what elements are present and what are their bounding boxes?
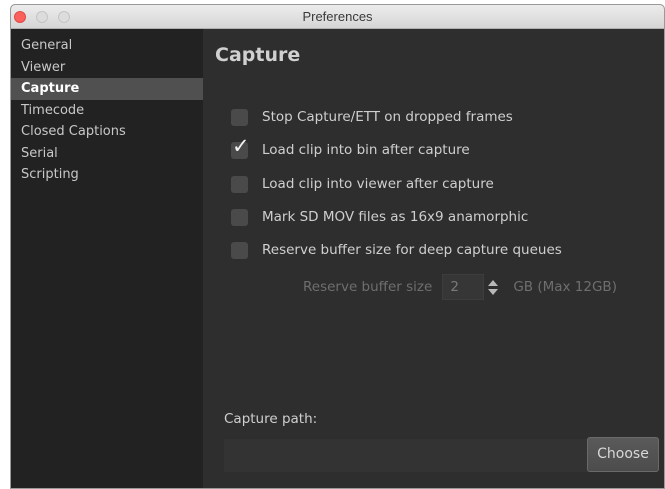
load-into-viewer-checkbox[interactable] — [231, 175, 248, 193]
checkmark-icon: ✓ — [232, 133, 250, 158]
option-reserve-buffer[interactable]: Reserve buffer size for deep capture que… — [231, 241, 562, 259]
window-title: Preferences — [302, 9, 373, 24]
capture-settings-panel: Capture Stop Capture/ETT on dropped fram… — [203, 29, 664, 488]
option-load-into-viewer[interactable]: Load clip into viewer after capture — [231, 175, 494, 193]
stop-capture-checkbox[interactable] — [231, 108, 248, 126]
option-stop-capture[interactable]: Stop Capture/ETT on dropped frames — [231, 108, 513, 126]
title-bar: Preferences — [11, 5, 664, 29]
reserve-buffer-size-input[interactable]: 2 — [442, 274, 485, 300]
option-label: Load clip into bin after capture — [262, 142, 470, 158]
choose-button[interactable]: Choose — [587, 437, 659, 472]
capture-path-input[interactable] — [224, 439, 589, 472]
preferences-window: Preferences General Viewer Capture Timec… — [10, 4, 665, 489]
sidebar-item-viewer[interactable]: Viewer — [11, 57, 203, 79]
reserve-buffer-size-row: Reserve buffer size 2 GB (Max 12GB) — [303, 273, 617, 301]
option-label: Reserve buffer size for deep capture que… — [262, 242, 562, 258]
sidebar-item-serial[interactable]: Serial — [11, 143, 203, 165]
sidebar-item-timecode[interactable]: Timecode — [11, 100, 203, 122]
buffer-size-unit-label: GB (Max 12GB) — [513, 279, 617, 295]
sidebar-list: General Viewer Capture Timecode Closed C… — [11, 29, 203, 186]
page-title: Capture — [215, 44, 301, 66]
stepper-up-icon[interactable] — [488, 280, 499, 286]
capture-path-label: Capture path: — [224, 411, 318, 427]
sidebar-item-scripting[interactable]: Scripting — [11, 164, 203, 186]
option-label: Load clip into viewer after capture — [262, 176, 494, 192]
option-label: Mark SD MOV files as 16x9 anamorphic — [262, 209, 529, 225]
option-load-into-bin[interactable]: ✓ Load clip into bin after capture — [231, 135, 470, 159]
stepper-down-icon[interactable] — [488, 289, 499, 295]
reserve-buffer-size-label: Reserve buffer size — [303, 279, 433, 295]
option-label: Stop Capture/ETT on dropped frames — [262, 109, 513, 125]
sidebar-item-capture[interactable]: Capture — [11, 78, 203, 100]
option-mark-anamorphic[interactable]: Mark SD MOV files as 16x9 anamorphic — [231, 208, 528, 226]
mark-anamorphic-checkbox[interactable] — [231, 208, 248, 226]
sidebar-item-closed-captions[interactable]: Closed Captions — [11, 121, 203, 143]
sidebar: General Viewer Capture Timecode Closed C… — [11, 29, 203, 488]
load-into-bin-checkbox[interactable]: ✓ — [231, 135, 250, 159]
buffer-size-stepper[interactable] — [487, 274, 501, 300]
sidebar-item-general[interactable]: General — [11, 35, 203, 57]
reserve-buffer-checkbox[interactable] — [231, 241, 248, 259]
